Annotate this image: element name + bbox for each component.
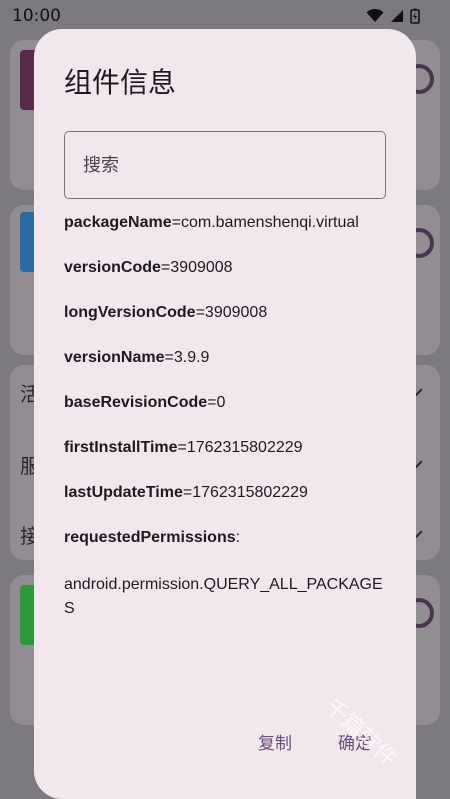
battery-icon bbox=[410, 8, 420, 24]
info-value: =3909008 bbox=[195, 304, 268, 321]
info-key: lastUpdateTime bbox=[64, 484, 183, 501]
info-value: =0 bbox=[207, 394, 226, 411]
status-icons bbox=[366, 8, 420, 24]
info-row: versionName=3.9.9 bbox=[64, 346, 384, 370]
info-key: packageName bbox=[64, 214, 172, 231]
info-row: firstInstallTime=1762315802229 bbox=[64, 436, 384, 460]
component-info-dialog: 组件信息 packageName=com.bamenshenqi.virtual… bbox=[34, 29, 416, 799]
search-input[interactable] bbox=[64, 131, 386, 199]
info-row: longVersionCode=3909008 bbox=[64, 301, 384, 325]
copy-button[interactable]: 复制 bbox=[258, 729, 292, 754]
info-row: versionCode=3909008 bbox=[64, 256, 384, 280]
info-row: lastUpdateTime=1762315802229 bbox=[64, 481, 384, 505]
info-value: =3.9.9 bbox=[164, 349, 210, 366]
info-value: =1762315802229 bbox=[182, 484, 308, 501]
info-value: =com.bamenshenqi.virtual bbox=[171, 214, 359, 231]
signal-icon bbox=[391, 10, 403, 22]
info-value: =1762315802229 bbox=[177, 439, 303, 456]
info-key: baseRevisionCode bbox=[64, 394, 208, 411]
info-key: firstInstallTime bbox=[64, 439, 178, 456]
info-row: packageName=com.bamenshenqi.virtual bbox=[64, 211, 384, 235]
info-value: =3909008 bbox=[160, 259, 233, 276]
status-time: 10:00 bbox=[12, 6, 61, 26]
info-row: requestedPermissions: bbox=[64, 526, 384, 550]
dialog-title: 组件信息 bbox=[64, 66, 177, 99]
info-key: versionName bbox=[64, 349, 165, 366]
permission-item: android.permission.QUERY_ALL_PACKAGES bbox=[64, 576, 383, 617]
info-value: : bbox=[235, 529, 241, 546]
info-key: requestedPermissions bbox=[64, 529, 236, 546]
info-list: packageName=com.bamenshenqi.virtual vers… bbox=[64, 211, 384, 642]
status-bar: 10:00 bbox=[0, 0, 450, 32]
info-key: versionCode bbox=[64, 259, 161, 276]
wifi-icon bbox=[366, 9, 384, 22]
info-key: longVersionCode bbox=[64, 304, 196, 321]
info-row: baseRevisionCode=0 bbox=[64, 391, 384, 415]
